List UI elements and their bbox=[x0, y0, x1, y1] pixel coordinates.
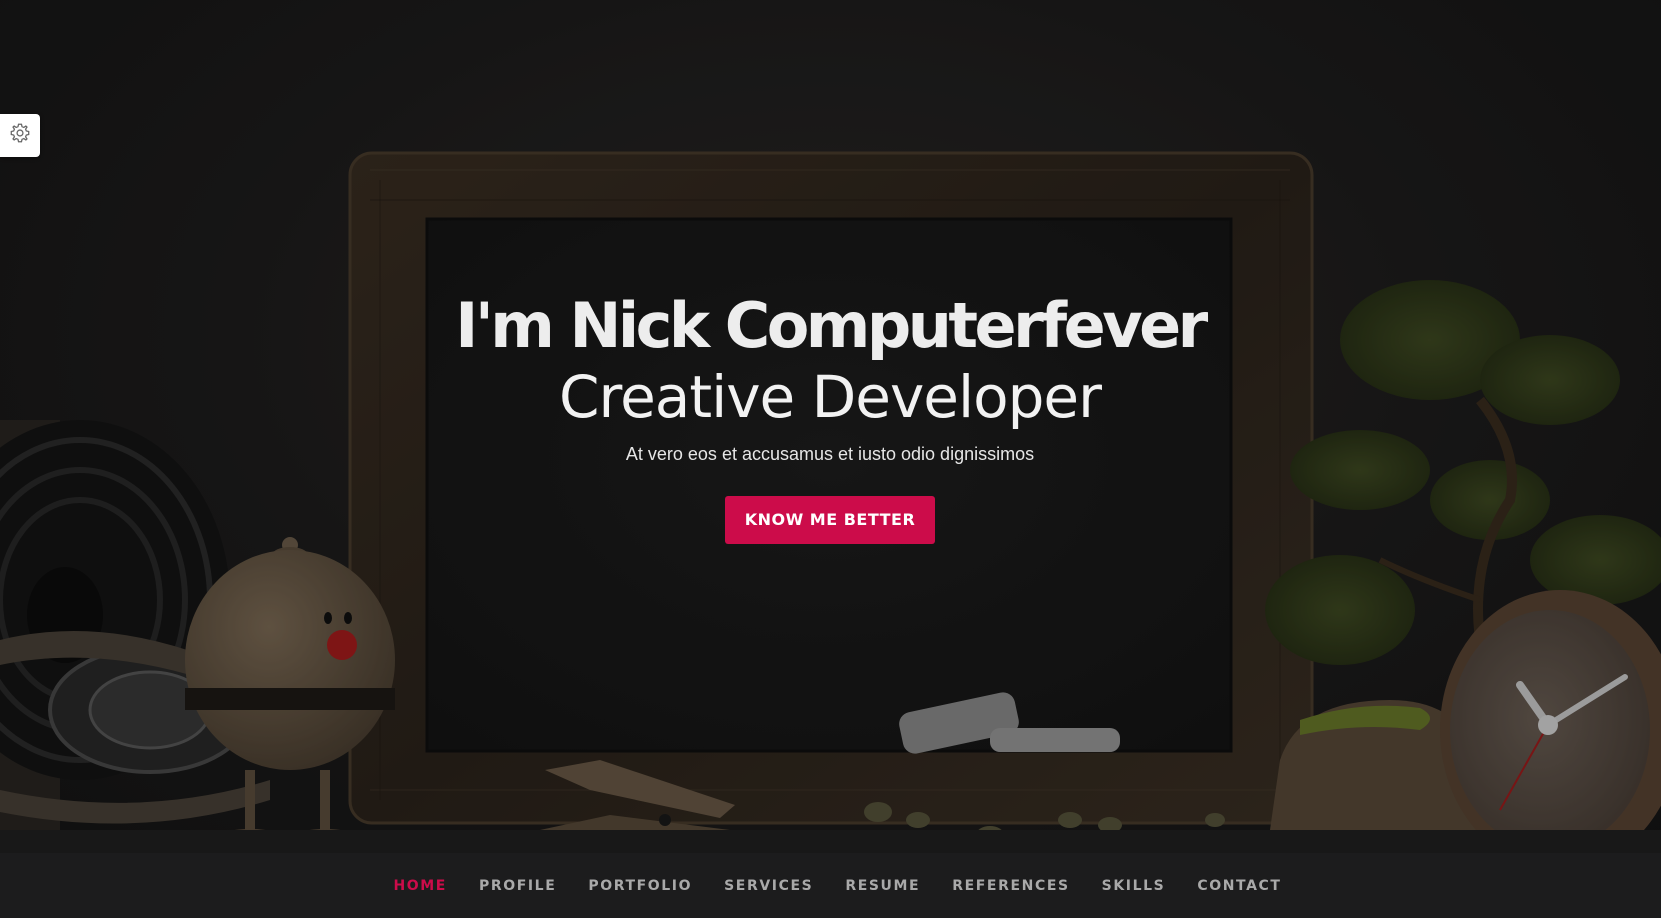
nav-item-profile[interactable]: PROFILE bbox=[463, 878, 572, 894]
nav-item-services[interactable]: SERVICES bbox=[708, 878, 829, 894]
hero-subtitle: Creative Developer bbox=[559, 363, 1102, 431]
nav-item-resume[interactable]: RESUME bbox=[829, 878, 936, 894]
nav-item-portfolio[interactable]: PORTFOLIO bbox=[572, 878, 708, 894]
hero-tagline: At vero eos et accusamus et iusto odio d… bbox=[625, 444, 1035, 464]
hero-content: I'm Nick Computerfever Creative Develope… bbox=[380, 288, 1280, 544]
settings-toggle-button[interactable] bbox=[0, 114, 40, 157]
know-me-better-button[interactable]: KNOW ME BETTER bbox=[725, 496, 935, 544]
nav-list: HOME PROFILE PORTFOLIO SERVICES RESUME R… bbox=[377, 876, 1297, 896]
nav-item-home[interactable]: HOME bbox=[377, 878, 463, 894]
hero-title: I'm Nick Computerfever bbox=[455, 289, 1208, 362]
nav-item-skills[interactable]: SKILLS bbox=[1086, 878, 1182, 894]
gear-icon bbox=[9, 122, 31, 149]
nav-item-contact[interactable]: CONTACT bbox=[1181, 878, 1297, 894]
main-navigation: HOME PROFILE PORTFOLIO SERVICES RESUME R… bbox=[0, 853, 1661, 918]
page: I'm Nick Computerfever Creative Develope… bbox=[0, 0, 1661, 918]
nav-item-references[interactable]: REFERENCES bbox=[936, 878, 1085, 894]
hero-section: I'm Nick Computerfever Creative Develope… bbox=[0, 0, 1661, 853]
